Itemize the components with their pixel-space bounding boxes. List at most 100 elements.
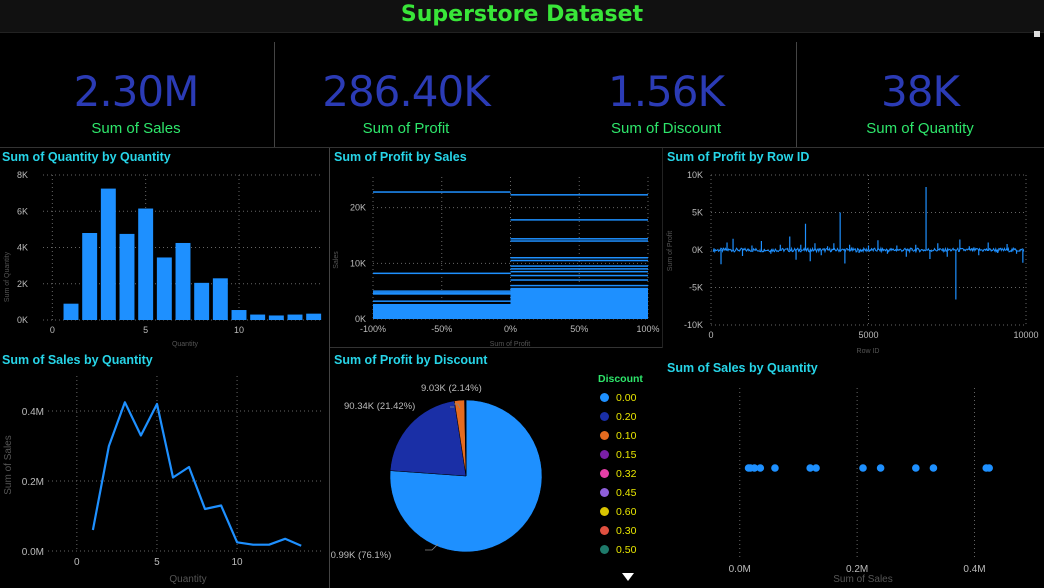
y-tick-label: 0K <box>17 315 28 325</box>
bar-segment <box>510 284 648 287</box>
qty-by-qty-bar-chart[interactable]: Sum of Quantity Quantity 0K 2K 4K 6K 8K 0 5 10 <box>0 165 330 365</box>
legend-item-0.10[interactable]: 0.10 <box>598 426 658 445</box>
legend-swatch <box>600 488 609 497</box>
legend-item-0.60[interactable]: 0.60 <box>598 502 658 521</box>
y-tick-label: 0.4M <box>22 407 44 418</box>
pie-data-label: 90.34K (21.42%) <box>344 401 415 412</box>
panel-divider <box>662 148 663 348</box>
kpi-card-discount[interactable]: 1.56K Sum of Discount <box>536 42 796 142</box>
y-tick-label: 8K <box>17 170 28 180</box>
scatter-point <box>912 464 920 472</box>
bar-segment <box>373 293 511 295</box>
x-axis-label: Sum of Sales <box>833 574 892 585</box>
legend-item-0.50[interactable]: 0.50 <box>598 540 658 559</box>
profit-by-discount-pie-chart[interactable]: 320.99K (76.1%) 90.34K (21.42%) 9.03K (2.1… <box>330 368 590 588</box>
legend-item-0.45[interactable]: 0.45 <box>598 483 658 502</box>
discount-legend: Discount 0.00 0.20 0.10 0.15 0.32 0.45 0.60 0.3… <box>598 373 658 559</box>
kpi-label: Sum of Sales <box>91 120 181 137</box>
bar-segment <box>373 300 511 302</box>
bar <box>63 303 79 320</box>
bar-segment <box>510 279 648 281</box>
profit-by-rowid-chart[interactable]: Sum of Profit Row ID -10K -5K 0K 5K 10K 0 5000… <box>664 165 1044 365</box>
kpi-card-quantity[interactable]: 38K Sum of Quantity <box>790 42 1044 142</box>
legend-label: 0.60 <box>616 505 637 518</box>
pie-slice-0.20 <box>389 400 467 477</box>
legend-swatch <box>600 507 609 516</box>
bar-segment <box>373 191 511 193</box>
y-tick-label: 4K <box>17 243 28 253</box>
x-tick-label: 5000 <box>858 330 878 340</box>
bar-segment <box>510 219 648 221</box>
x-tick-label: 0.4M <box>963 564 985 575</box>
x-tick-label: 0 <box>50 325 55 335</box>
bar-segment <box>373 272 511 275</box>
legend-item-0.30[interactable]: 0.30 <box>598 521 658 540</box>
chart-title-qty-by-qty: Sum of Quantity by Quantity <box>2 150 171 164</box>
bar-segment <box>510 265 648 267</box>
y-tick-label: 20K <box>350 203 366 213</box>
focus-mode-icon[interactable] <box>1034 31 1040 37</box>
bar-segment <box>510 238 648 240</box>
legend-swatch <box>600 412 609 421</box>
x-tick-label: 0.2M <box>846 564 868 575</box>
kpi-value: 286.40K <box>322 67 491 116</box>
y-tick-label: 0.2M <box>22 477 44 488</box>
x-tick-label: 10000 <box>1013 330 1038 340</box>
y-tick-label: 6K <box>17 206 28 216</box>
bar-segment <box>510 194 648 196</box>
y-tick-label: 0.0M <box>22 547 44 558</box>
x-tick-label: 5 <box>143 325 148 335</box>
sales-by-qty-scatter-chart[interactable]: Sum of Sales 0.0M 0.2M 0.4M <box>664 378 1044 588</box>
kpi-card-sales[interactable]: 2.30M Sum of Sales <box>6 42 266 142</box>
bar-segment <box>373 303 511 319</box>
legend-item-0.15[interactable]: 0.15 <box>598 445 658 464</box>
bar <box>287 314 303 320</box>
bar-segment <box>510 270 648 273</box>
kpi-label: Sum of Quantity <box>866 120 974 137</box>
legend-label: 0.30 <box>616 524 637 537</box>
bar <box>156 257 172 320</box>
x-tick-label: 0% <box>504 324 517 334</box>
bar-segment <box>510 268 648 270</box>
x-tick-label: 0 <box>74 557 80 568</box>
y-tick-label: -5K <box>689 283 703 293</box>
legend-item-0.32[interactable]: 0.32 <box>598 464 658 483</box>
legend-item-0.20[interactable]: 0.20 <box>598 407 658 426</box>
pie-data-label: 9.03K (2.14%) <box>421 383 482 394</box>
y-axis-label: Sales <box>333 251 340 269</box>
y-tick-label: 5K <box>692 208 703 218</box>
x-axis-label: Row ID <box>857 348 880 355</box>
y-axis-label: Sum of Sales <box>3 435 14 494</box>
scatter-point <box>812 464 820 472</box>
y-tick-label: -10K <box>684 320 703 330</box>
chart-title-profit-by-rowid: Sum of Profit by Row ID <box>667 150 810 164</box>
scatter-point <box>876 464 885 472</box>
y-tick-label: 10K <box>687 170 703 180</box>
bar-segment <box>510 240 648 242</box>
x-tick-label: 100% <box>636 324 659 334</box>
profit-by-sales-chart[interactable]: Sales Sum of Profit 0K 10K 20K -100% -50% 0% 5… <box>330 165 660 365</box>
bar-segment <box>510 256 648 259</box>
legend-swatch <box>600 450 609 459</box>
pie-data-label: 320.99K (76.1%) <box>330 550 391 561</box>
x-axis-label: Sum of Profit <box>490 341 531 348</box>
sales-by-qty-line-chart[interactable]: Sum of Sales Quantity 0.0M 0.2M 0.4M 0 5 10 <box>0 368 330 588</box>
y-axis-label: Sum of Quantity <box>4 251 11 302</box>
scatter-point <box>929 464 938 472</box>
x-tick-label: 10 <box>232 557 244 568</box>
kpi-label: Sum of Profit <box>362 120 450 137</box>
scatter-point <box>985 464 993 472</box>
bar <box>82 233 98 320</box>
x-tick-label: 10 <box>234 325 244 335</box>
bar-segment <box>510 274 648 277</box>
legend-label: 0.20 <box>616 410 637 423</box>
legend-item-0.00[interactable]: 0.00 <box>598 388 658 407</box>
kpi-card-profit[interactable]: 286.40K Sum of Profit <box>276 42 536 142</box>
y-axis-label: Sum of Profit <box>667 231 674 272</box>
legend-swatch <box>600 431 609 440</box>
legend-scroll-down-icon[interactable] <box>622 573 634 581</box>
kpi-label: Sum of Discount <box>610 120 722 137</box>
panel-divider <box>0 147 1044 148</box>
bar <box>231 310 247 320</box>
chart-title-profit-by-sales: Sum of Profit by Sales <box>334 150 467 164</box>
